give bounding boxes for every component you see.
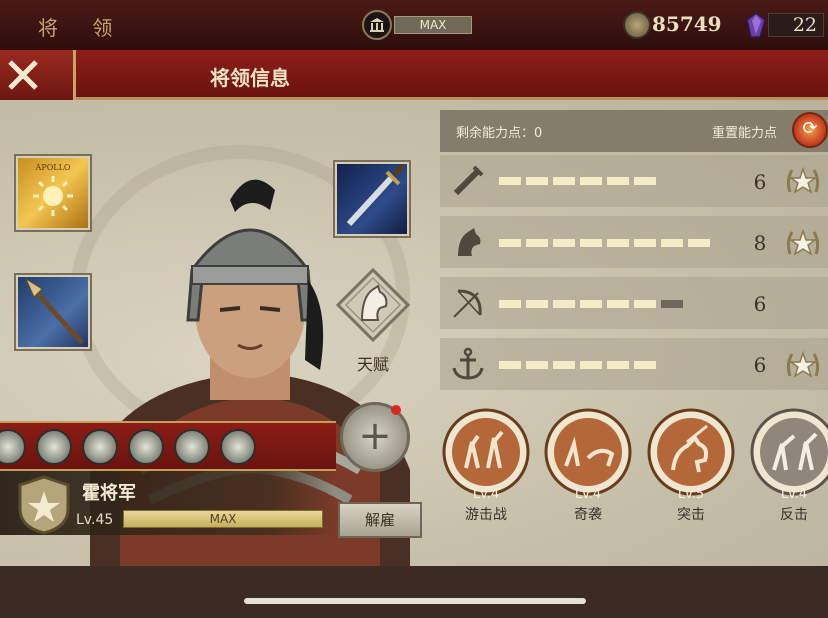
stat-segment bbox=[661, 239, 683, 247]
stat-segment bbox=[607, 361, 629, 369]
banner-lettering: APOLLO bbox=[35, 163, 71, 172]
sun-banner-icon: APOLLO bbox=[33, 163, 73, 216]
stat-segment bbox=[580, 300, 602, 308]
stat-value-cavalry: 8 bbox=[753, 231, 767, 255]
close-icon bbox=[8, 60, 38, 90]
stat-value-archery: 6 bbox=[753, 292, 767, 316]
refresh-icon: ⟳ bbox=[802, 118, 818, 139]
reset-points-button[interactable]: ⟳ bbox=[792, 112, 828, 148]
rank-star-badge-icon bbox=[18, 475, 70, 535]
stat-segment bbox=[553, 300, 575, 308]
stat-segment bbox=[607, 239, 629, 247]
specialty-fortress-icon[interactable] bbox=[220, 429, 256, 465]
bottom-edge bbox=[0, 566, 828, 618]
stat-segment bbox=[526, 239, 548, 247]
gold-coin-icon bbox=[623, 11, 651, 39]
dismiss-button[interactable]: 解雇 bbox=[338, 502, 422, 538]
building-icon[interactable] bbox=[362, 10, 392, 40]
notification-dot bbox=[391, 405, 401, 415]
general-info-screen: 将 领 MAX 85749 22 将领信息 APOLLO 天赋 + 霍将军 Lv… bbox=[0, 0, 828, 618]
skill-counterattack-button[interactable] bbox=[750, 408, 828, 496]
sword-icon bbox=[346, 164, 405, 227]
general-name: 霍将军 bbox=[82, 483, 136, 504]
star-wreath-icon[interactable] bbox=[784, 224, 822, 262]
general-level: Lv.45 bbox=[76, 512, 114, 528]
skill-name: 反击 bbox=[780, 507, 808, 523]
skill-name: 游击战 bbox=[465, 507, 507, 523]
skill-level: Lv.5 bbox=[677, 487, 705, 502]
star-wreath-icon[interactable] bbox=[784, 346, 822, 384]
skill-level: Lv.4 bbox=[780, 487, 808, 502]
stat-segment bbox=[634, 361, 656, 369]
stat-segment bbox=[499, 300, 521, 308]
specialty-archer-icon[interactable] bbox=[128, 429, 164, 465]
talent-label: 天赋 bbox=[356, 355, 389, 374]
skill-ambush-button[interactable] bbox=[544, 408, 632, 496]
stat-segment bbox=[553, 177, 575, 185]
skill-guerrilla-button[interactable] bbox=[442, 408, 530, 496]
title-banner: 将领信息 bbox=[0, 50, 828, 100]
sword-icon bbox=[453, 165, 484, 196]
remaining-points-label: 剩余能力点：0 bbox=[456, 126, 543, 141]
stat-segment bbox=[553, 239, 575, 247]
banner-equipment-slot[interactable]: APOLLO bbox=[14, 154, 92, 232]
plus-icon: + bbox=[358, 413, 392, 459]
building-level-bar: MAX bbox=[394, 16, 472, 34]
anchor-icon bbox=[452, 347, 484, 380]
talent-horse-button[interactable] bbox=[336, 268, 410, 342]
bow-icon bbox=[453, 289, 482, 318]
stat-segment bbox=[634, 300, 656, 308]
gem-amount[interactable]: 22 bbox=[768, 13, 824, 37]
skill-charge-button[interactable] bbox=[647, 408, 735, 496]
experience-bar: MAX bbox=[123, 510, 323, 528]
stat-value-naval: 6 bbox=[753, 353, 767, 377]
specialty-shield-icon[interactable] bbox=[82, 429, 118, 465]
purple-gem-icon bbox=[746, 12, 766, 38]
top-bar: 将 领 MAX 85749 22 bbox=[0, 0, 828, 50]
spear-icon bbox=[24, 277, 84, 345]
stat-segment bbox=[580, 177, 602, 185]
stat-segment bbox=[526, 300, 548, 308]
stat-segment bbox=[607, 177, 629, 185]
stat-value-attack: 6 bbox=[753, 170, 767, 194]
stat-segment bbox=[580, 239, 602, 247]
stat-segment bbox=[499, 177, 521, 185]
screen-title: 将 领 bbox=[38, 16, 127, 40]
specialty-tower-icon[interactable] bbox=[174, 429, 210, 465]
gold-amount: 85749 bbox=[652, 12, 722, 36]
stat-segment bbox=[634, 239, 656, 247]
skill-name: 突击 bbox=[677, 507, 705, 523]
stat-segment bbox=[526, 177, 548, 185]
sword-equipment-slot[interactable] bbox=[333, 160, 411, 238]
skill-name: 奇袭 bbox=[574, 507, 602, 523]
stat-segment bbox=[661, 300, 683, 308]
star-wreath-icon[interactable] bbox=[784, 162, 822, 200]
stat-segment bbox=[634, 177, 656, 185]
stat-segment bbox=[499, 361, 521, 369]
close-button[interactable] bbox=[0, 50, 76, 100]
stat-segment bbox=[607, 300, 629, 308]
horse-icon bbox=[458, 228, 481, 256]
skill-level: Lv.4 bbox=[574, 487, 602, 502]
reset-points-label: 重置能力点 bbox=[712, 126, 778, 141]
specialty-troop-icon[interactable] bbox=[36, 429, 72, 465]
skill-level: Lv.4 bbox=[472, 487, 500, 502]
spear-equipment-slot[interactable] bbox=[14, 273, 92, 351]
home-indicator[interactable] bbox=[244, 598, 586, 604]
stat-segment bbox=[553, 361, 575, 369]
stat-segment bbox=[580, 361, 602, 369]
stat-segment bbox=[526, 361, 548, 369]
stat-segment bbox=[499, 239, 521, 247]
stat-segment bbox=[688, 239, 710, 247]
ability-points-header: 剩余能力点：0 重置能力点 bbox=[440, 110, 828, 152]
